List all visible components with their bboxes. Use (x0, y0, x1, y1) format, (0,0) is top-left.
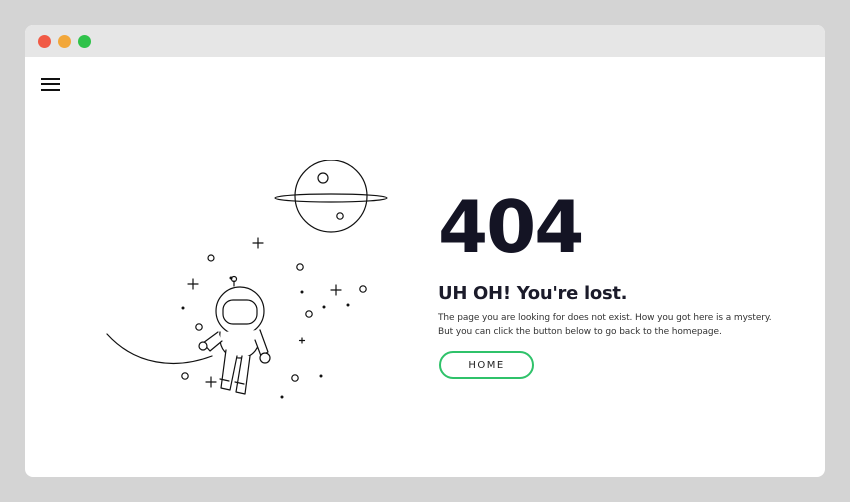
minimize-window-button[interactable] (58, 35, 71, 48)
error-description-line: But you can click the button below to go… (438, 327, 722, 337)
error-heading: UH OH! You're lost. (438, 283, 628, 304)
maximize-window-button[interactable] (78, 35, 91, 48)
astronaut-icon (198, 275, 271, 395)
hamburger-menu-icon[interactable] (41, 77, 61, 93)
error-description: The page you are looking for does not ex… (438, 311, 778, 339)
planet-icon (274, 160, 388, 233)
home-button[interactable]: HOME (439, 351, 534, 379)
close-window-button[interactable] (38, 35, 51, 48)
error-description-line: The page you are looking for does not ex… (438, 313, 772, 323)
browser-window: 404 UH OH! You're lost. The page you are… (25, 25, 825, 477)
orbit-arc (106, 333, 213, 365)
error-code: 404 (438, 185, 584, 269)
astronaut-illustration (106, 160, 388, 399)
window-titlebar (25, 25, 825, 57)
stars (181, 237, 367, 399)
